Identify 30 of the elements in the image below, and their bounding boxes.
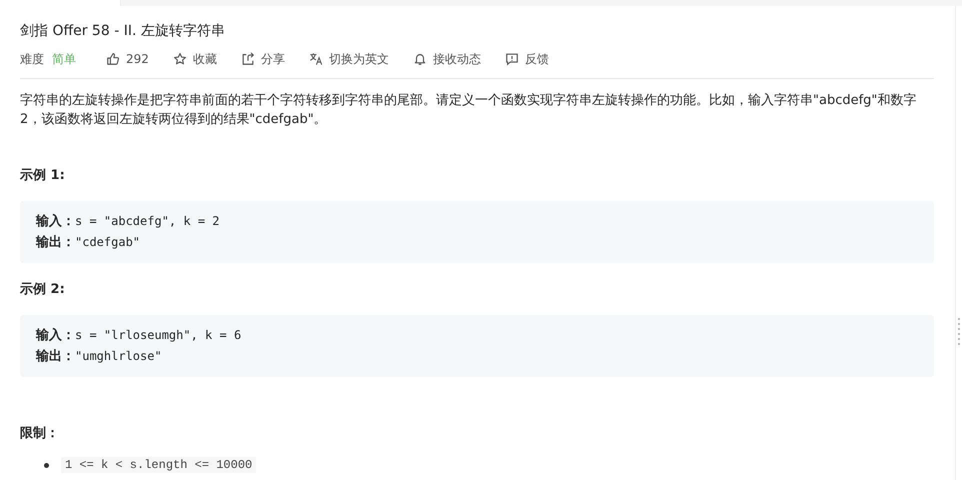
resize-handle[interactable] bbox=[958, 318, 961, 345]
difficulty-label: 难度 bbox=[20, 50, 44, 68]
translate-icon bbox=[308, 52, 323, 66]
example-value: "cdefgab" bbox=[75, 235, 140, 249]
message-icon bbox=[504, 52, 519, 66]
share-icon bbox=[240, 52, 255, 66]
example-label: 输入： bbox=[36, 328, 75, 343]
feedback-button[interactable]: 反馈 bbox=[504, 50, 549, 68]
thumbs-up-icon bbox=[106, 52, 120, 66]
example-label: 输入： bbox=[36, 214, 75, 229]
star-button[interactable]: 收藏 bbox=[172, 50, 217, 68]
bell-icon bbox=[412, 52, 427, 66]
bell-button[interactable]: 接收动态 bbox=[412, 50, 481, 68]
example-value: s = "lrloseumgh", k = 6 bbox=[75, 328, 242, 342]
star-icon bbox=[172, 52, 187, 66]
like-button[interactable]: 292 bbox=[106, 52, 149, 66]
example-heading: 示例 2: bbox=[20, 281, 66, 299]
constraint-code: 1 <= k < s.length <= 10000 bbox=[61, 457, 256, 473]
problem-title: 剑指 Offer 58 - II. 左旋转字符串 bbox=[20, 22, 226, 40]
difficulty-value: 简单 bbox=[52, 50, 76, 68]
example-value: "umghlrlose" bbox=[75, 349, 162, 363]
example-label: 输出： bbox=[36, 235, 75, 250]
example-heading: 示例 1: bbox=[20, 167, 66, 185]
problem-description: 字符串的左旋转操作是把字符串前面的若干个字符转移到字符串的尾部。请定义一个函数实现字符串左旋转操作的功能。比如，输入字符串"abcdefg"和数字2，该函数将返回左旋转两位得到的结果"cdefgab"。 bbox=[20, 92, 918, 129]
share-button[interactable]: 分享 bbox=[240, 50, 285, 68]
example-label: 输出： bbox=[36, 349, 75, 364]
bullet-icon bbox=[44, 462, 49, 468]
constraints-heading: 限制： bbox=[20, 425, 60, 443]
translate-button[interactable]: 切换为英文 bbox=[308, 50, 389, 68]
example-value: s = "abcdefg", k = 2 bbox=[75, 214, 220, 228]
